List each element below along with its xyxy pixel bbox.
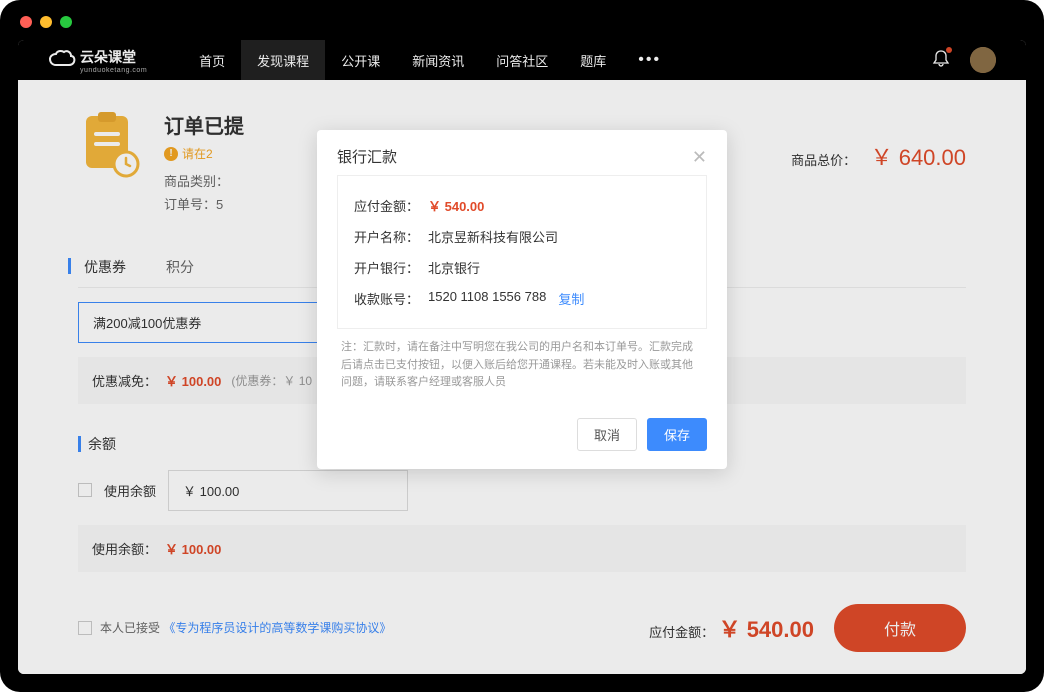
main-nav: 首页 发现课程 公开课 新闻资讯 问答社区 题库 ••• — [183, 40, 677, 80]
pay-button[interactable]: 付款 — [834, 604, 966, 652]
warning-icon: ! — [164, 147, 178, 161]
bank-transfer-modal: 银行汇款 ✕ 应付金额： ￥ 540.00 开户名称： 北京昱新科技有限公司 开… — [317, 130, 727, 469]
used-balance-label: 使用余额： — [92, 539, 157, 558]
modal-bank-label: 开户银行： — [354, 258, 428, 277]
notification-dot-icon — [946, 47, 952, 53]
copy-link[interactable]: 复制 — [558, 289, 584, 308]
clipboard-clock-icon — [78, 110, 144, 176]
top-nav: 云朵课堂 yunduoketang.com 首页 发现课程 公开课 新闻资讯 问… — [18, 40, 1026, 80]
modal-account-number-label: 收款账号： — [354, 289, 428, 308]
agreement-checkbox[interactable] — [78, 621, 92, 635]
modal-account-number-value: 1520 1108 1556 788 — [428, 289, 546, 308]
payable-value: ￥ 540.00 — [719, 617, 814, 642]
modal-title: 银行汇款 — [337, 146, 397, 167]
modal-amount-label: 应付金额： — [354, 196, 428, 215]
used-balance-value: ￥ 100.00 — [165, 539, 221, 558]
nav-discover[interactable]: 发现课程 — [241, 40, 325, 80]
close-window-icon[interactable] — [20, 16, 32, 28]
agreement-link[interactable]: 《专为程序员设计的高等数学课购买协议》 — [163, 621, 391, 635]
brand-logo[interactable]: 云朵课堂 yunduoketang.com — [48, 47, 147, 74]
cancel-button[interactable]: 取消 — [577, 418, 637, 451]
balance-amount-input[interactable]: ￥ 100.00 — [168, 470, 408, 511]
maximize-window-icon[interactable] — [60, 16, 72, 28]
agreement-prefix: 本人已接受 — [100, 621, 160, 635]
nav-public[interactable]: 公开课 — [325, 40, 396, 80]
use-balance-label: 使用余额 — [104, 481, 156, 500]
tab-coupon[interactable]: 优惠券 — [78, 247, 132, 287]
user-avatar[interactable] — [970, 47, 996, 73]
modal-account-name-label: 开户名称： — [354, 227, 428, 246]
discount-value: ￥ 100.00 — [165, 371, 221, 390]
brand-name: 云朵课堂 — [80, 47, 147, 67]
total-value: ￥ 640.00 — [871, 145, 966, 170]
discount-note: (优惠券：￥ 10 — [231, 372, 312, 389]
brand-sub: yunduoketang.com — [80, 67, 147, 74]
cloud-logo-icon — [48, 49, 76, 71]
save-button[interactable]: 保存 — [647, 418, 707, 451]
nav-home[interactable]: 首页 — [183, 40, 241, 80]
tab-points[interactable]: 积分 — [160, 247, 200, 287]
nav-bank[interactable]: 题库 — [564, 40, 622, 80]
use-balance-checkbox[interactable] — [78, 483, 92, 497]
modal-amount-value: ￥ 540.00 — [428, 196, 484, 215]
nav-qa[interactable]: 问答社区 — [480, 40, 564, 80]
nav-news[interactable]: 新闻资讯 — [396, 40, 480, 80]
minimize-window-icon[interactable] — [40, 16, 52, 28]
discount-label: 优惠减免： — [92, 371, 157, 390]
payable-label: 应付金额： — [649, 625, 714, 640]
window-controls — [20, 16, 72, 28]
notification-bell-icon[interactable] — [932, 49, 950, 72]
modal-note: 注：汇款时，请在备注中写明您在我公司的用户名和本订单号。汇款完成后请点击已支付按… — [337, 329, 707, 396]
total-label: 商品总价： — [791, 153, 856, 168]
modal-bank-value: 北京银行 — [428, 258, 480, 277]
nav-more-icon[interactable]: ••• — [622, 40, 677, 80]
modal-close-icon[interactable]: ✕ — [692, 148, 707, 166]
order-warning-text: 请在2 — [182, 145, 213, 162]
modal-account-name-value: 北京昱新科技有限公司 — [428, 227, 558, 246]
